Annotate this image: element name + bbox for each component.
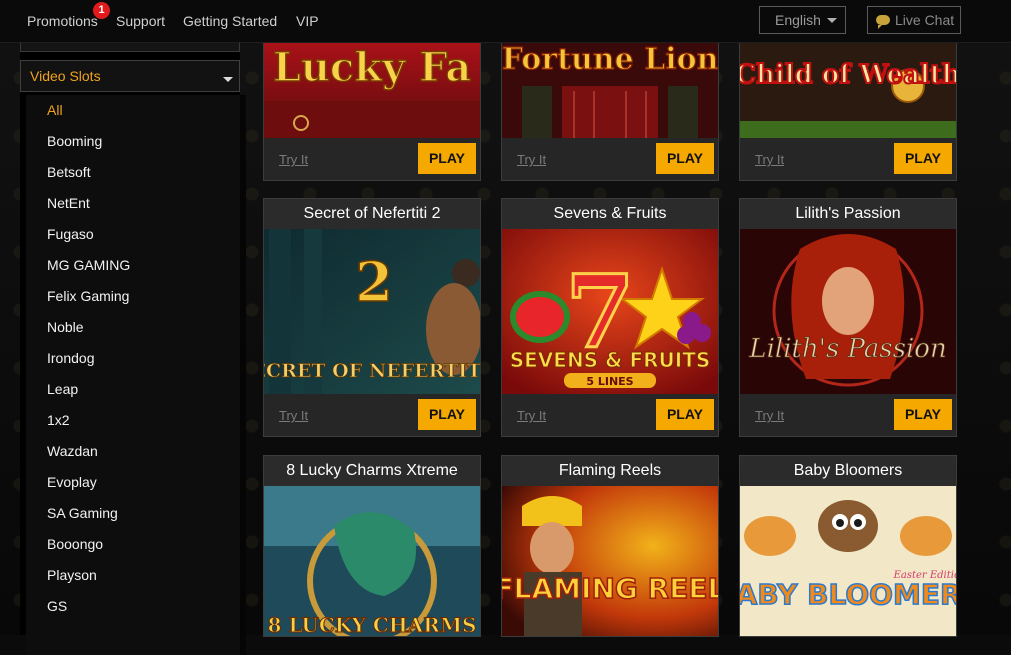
game-thumbnail[interactable]: 2 SECRET OF NEFERTITI <box>264 229 480 394</box>
top-navigation: Promotions 1 Support Getting Started VIP… <box>0 0 1011 43</box>
provider-item[interactable]: Betsoft <box>26 157 240 188</box>
game-title: 8 Lucky Charms Xtreme <box>264 456 480 486</box>
live-chat-button[interactable]: Live Chat <box>867 6 961 34</box>
provider-item[interactable]: Playson <box>26 560 240 591</box>
try-it-link[interactable]: Try It <box>755 152 784 167</box>
provider-item[interactable]: Evoplay <box>26 467 240 498</box>
provider-list: All Booming Betsoft NetEnt Fugaso MG GAM… <box>26 95 246 655</box>
play-button[interactable]: PLAY <box>418 143 476 174</box>
provider-item[interactable]: NetEnt <box>26 188 240 219</box>
category-dropdown[interactable]: Video Slots <box>20 60 240 92</box>
live-chat-label: Live Chat <box>895 12 955 28</box>
game-card: Fortune Lion Try It PLAY <box>501 30 719 181</box>
provider-item[interactable]: Irondog <box>26 343 240 374</box>
language-select[interactable]: English <box>759 6 846 34</box>
game-card: Secret of Nefertiti 2 2 SECRET OF NEFERT… <box>263 198 481 437</box>
game-card: Baby Bloomers BABY BLOOMERS Easter Editi… <box>739 455 957 637</box>
game-card: Lucky Fa Try It PLAY <box>263 30 481 181</box>
provider-item[interactable]: Fugaso <box>26 219 240 250</box>
promotions-badge: 1 <box>93 2 110 19</box>
nav-getting-started[interactable]: Getting Started <box>183 13 277 29</box>
provider-item[interactable]: Leap <box>26 374 240 405</box>
play-button[interactable]: PLAY <box>894 399 952 430</box>
game-art-text: FLAMING REELS <box>502 572 718 605</box>
game-art-text: SECRET OF NEFERTITI <box>264 360 480 382</box>
game-art-text: Child of Wealth <box>740 60 956 90</box>
provider-item[interactable]: Booongo <box>26 529 240 560</box>
card-footer: Try It PLAY <box>264 138 480 180</box>
game-art-text: Lilith's Passion <box>748 334 946 364</box>
game-card: 8 Lucky Charms Xtreme 8 LUCKY CHARMS <box>263 455 481 637</box>
provider-item[interactable]: All <box>26 95 240 126</box>
play-button[interactable]: PLAY <box>656 143 714 174</box>
chevron-down-icon <box>827 18 837 23</box>
card-footer: Try It PLAY <box>502 138 718 180</box>
game-art-text: 8 LUCKY CHARMS <box>268 613 477 636</box>
game-card: Lilith's Passion Lilith's Passion Try It… <box>739 198 957 437</box>
game-thumbnail[interactable]: 7 SEVENS & FRUITS 5 LINES <box>502 229 718 394</box>
play-button[interactable]: PLAY <box>656 399 714 430</box>
game-title: Sevens & Fruits <box>502 199 718 229</box>
card-footer: Try It PLAY <box>740 394 956 436</box>
game-title: Baby Bloomers <box>740 456 956 486</box>
card-footer: Try It PLAY <box>740 138 956 180</box>
game-card: Flaming Reels FLAMING REELS <box>501 455 719 637</box>
provider-item[interactable]: Felix Gaming <box>26 281 240 312</box>
provider-item[interactable]: GS <box>26 591 240 622</box>
game-thumbnail[interactable]: 8 LUCKY CHARMS <box>264 486 480 636</box>
provider-item[interactable]: SA Gaming <box>26 498 240 529</box>
try-it-link[interactable]: Try It <box>517 408 546 423</box>
try-it-link[interactable]: Try It <box>279 408 308 423</box>
game-thumbnail[interactable]: Fortune Lion <box>502 31 718 138</box>
game-thumbnail[interactable]: Lilith's Passion <box>740 229 956 394</box>
game-art-subtext: Easter Edition <box>893 570 956 581</box>
game-art-subtext: 5 LINES <box>586 375 633 388</box>
provider-item[interactable]: Noble <box>26 312 240 343</box>
game-art-text: SEVENS & FRUITS <box>510 348 711 372</box>
category-label: Video Slots <box>30 68 101 84</box>
game-thumbnail[interactable]: BABY BLOOMERS Easter Edition <box>740 486 956 636</box>
language-label: English <box>775 12 821 28</box>
chat-icon <box>876 15 890 29</box>
game-art-text: Lucky Fa <box>273 44 472 91</box>
game-thumbnail[interactable]: FLAMING REELS <box>502 486 718 636</box>
provider-item[interactable]: MG GAMING <box>26 250 240 281</box>
play-button[interactable]: PLAY <box>418 399 476 430</box>
game-card: Sevens & Fruits 7 SEVENS & FRUITS 5 LINE… <box>501 198 719 437</box>
sidebar-search-box[interactable] <box>20 42 240 52</box>
game-art-text: Fortune Lion <box>502 42 718 77</box>
game-art-number: 2 <box>355 250 393 314</box>
game-art-text: BABY BLOOMERS <box>740 578 956 611</box>
sidebar-scrollbar[interactable] <box>240 95 246 655</box>
nav-support[interactable]: Support <box>116 13 165 29</box>
sidebar: Video Slots All Booming Betsoft NetEnt F… <box>20 42 246 655</box>
try-it-link[interactable]: Try It <box>279 152 308 167</box>
game-card: Child of Wealth Try It PLAY <box>739 30 957 181</box>
card-footer: Try It PLAY <box>502 394 718 436</box>
game-title: Secret of Nefertiti 2 <box>264 199 480 229</box>
play-button[interactable]: PLAY <box>894 143 952 174</box>
game-thumbnail[interactable]: Child of Wealth <box>740 31 956 138</box>
provider-item[interactable]: Wazdan <box>26 436 240 467</box>
game-thumbnail[interactable]: Lucky Fa <box>264 31 480 138</box>
nav-vip[interactable]: VIP <box>296 13 319 29</box>
chevron-down-icon <box>223 77 233 82</box>
provider-item[interactable]: 1x2 <box>26 405 240 436</box>
game-title: Lilith's Passion <box>740 199 956 229</box>
provider-item[interactable]: Booming <box>26 126 240 157</box>
try-it-link[interactable]: Try It <box>517 152 546 167</box>
nav-promotions[interactable]: Promotions <box>27 13 98 29</box>
game-title: Flaming Reels <box>502 456 718 486</box>
card-footer: Try It PLAY <box>264 394 480 436</box>
try-it-link[interactable]: Try It <box>755 408 784 423</box>
